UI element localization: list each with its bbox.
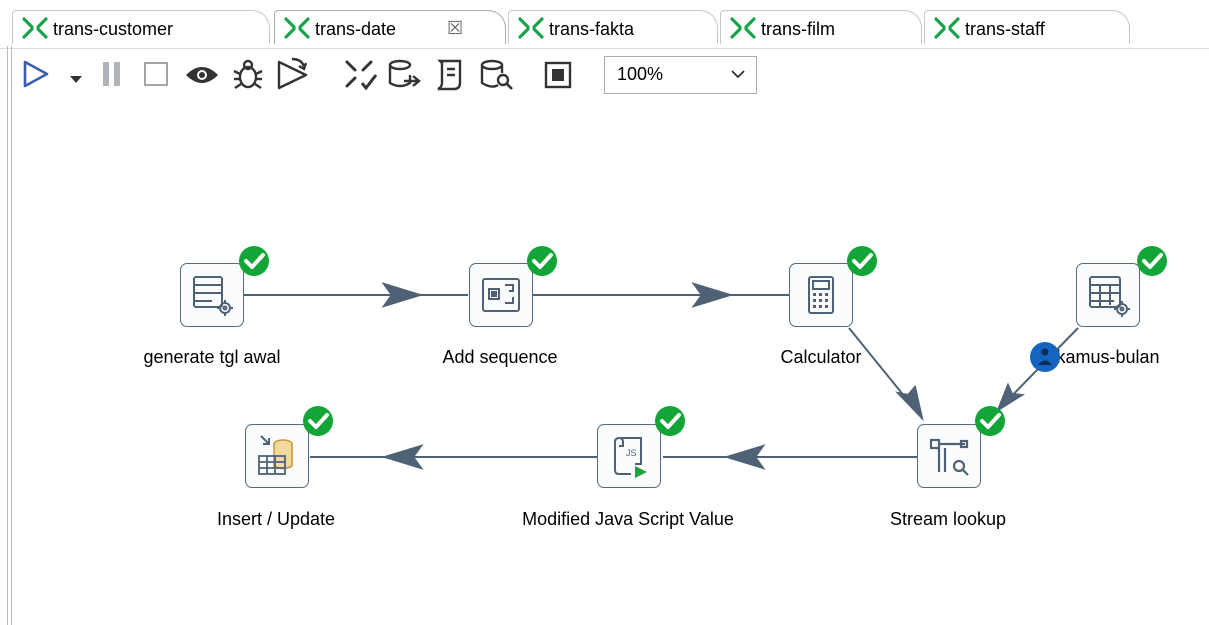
step-label-calculator: Calculator bbox=[780, 347, 862, 367]
step-calculator[interactable] bbox=[789, 263, 853, 327]
hop-info-badge-icon[interactable] bbox=[1029, 341, 1061, 373]
hop-generate-to-sequence[interactable] bbox=[244, 282, 468, 308]
step-generate-tgl-awal[interactable] bbox=[180, 263, 244, 327]
calculator-icon bbox=[808, 276, 834, 314]
hop-script-to-insert[interactable] bbox=[310, 444, 597, 470]
generate-rows-icon bbox=[193, 276, 233, 316]
step-label-generate: generate tgl awal bbox=[143, 347, 281, 367]
stream-lookup-icon bbox=[929, 438, 969, 476]
svg-text:JS: JS bbox=[626, 448, 637, 458]
step-label-insert: Insert / Update bbox=[216, 509, 336, 529]
success-check-icon bbox=[975, 406, 1005, 436]
step-label-sequence: Add sequence bbox=[442, 347, 558, 367]
success-check-icon bbox=[527, 246, 557, 276]
javascript-icon: JS bbox=[614, 437, 647, 478]
step-add-sequence[interactable] bbox=[469, 263, 533, 327]
step-stream-lookup[interactable] bbox=[917, 424, 981, 488]
step-kamus-bulan[interactable] bbox=[1076, 263, 1140, 327]
step-label-kamus: kamus-bulan bbox=[1056, 347, 1160, 367]
hop-calculator-to-stream[interactable] bbox=[848, 327, 924, 422]
success-check-icon bbox=[1137, 246, 1167, 276]
step-label-script: Modified Java Script Value bbox=[522, 509, 734, 529]
data-grid-icon bbox=[1089, 276, 1130, 317]
hop-stream-to-script[interactable] bbox=[663, 444, 917, 470]
step-insert-update[interactable] bbox=[245, 424, 309, 488]
success-check-icon bbox=[239, 246, 269, 276]
success-check-icon bbox=[303, 406, 333, 436]
step-label-stream: Stream lookup bbox=[889, 509, 1007, 529]
insert-update-icon bbox=[258, 435, 293, 475]
sequence-icon bbox=[482, 278, 520, 312]
success-check-icon bbox=[847, 246, 877, 276]
success-check-icon bbox=[655, 406, 685, 436]
step-modified-java-script-value[interactable]: JS bbox=[597, 424, 661, 488]
hop-sequence-to-calculator[interactable] bbox=[533, 282, 789, 308]
